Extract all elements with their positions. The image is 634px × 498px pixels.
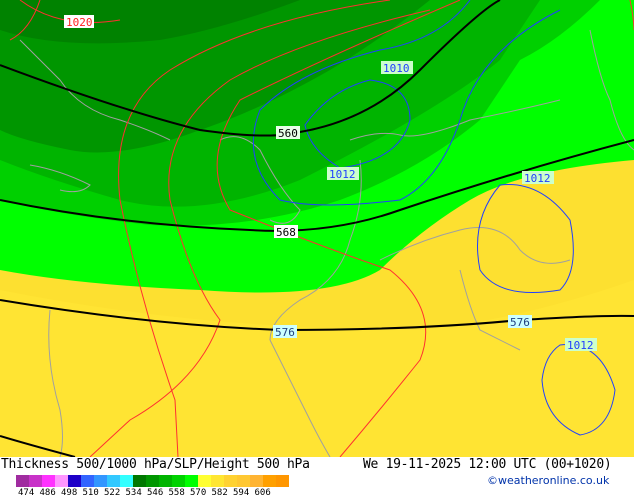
legend-swatch <box>276 475 289 487</box>
svg-text:568: 568 <box>276 226 296 239</box>
svg-text:576: 576 <box>275 326 295 339</box>
legend-swatch <box>198 475 211 487</box>
legend-swatch <box>185 475 198 487</box>
legend-swatch <box>172 475 185 487</box>
legend-swatch <box>159 475 172 487</box>
svg-text:1012: 1012 <box>567 339 594 352</box>
svg-text:1012: 1012 <box>524 172 551 185</box>
svg-text:1010: 1010 <box>383 62 410 75</box>
legend-swatch <box>263 475 276 487</box>
legend-swatch <box>107 475 120 487</box>
legend-swatch <box>250 475 263 487</box>
svg-text:1012: 1012 <box>329 168 356 181</box>
thickness-label-576: 576 <box>273 325 297 339</box>
legend-swatch <box>29 475 42 487</box>
isobar-label-1012: 1012 <box>522 171 554 185</box>
isobar-label-1020: 1020 <box>64 15 94 29</box>
legend-swatch <box>42 475 55 487</box>
legend-swatch <box>94 475 107 487</box>
weather-map: 1020 1010 1012 1012 1012 560 568 576 576 <box>0 0 634 457</box>
legend-swatch <box>146 475 159 487</box>
legend-swatch <box>211 475 224 487</box>
thickness-label-560: 560 <box>276 126 300 140</box>
svg-text:560: 560 <box>278 127 298 140</box>
map-title: Thickness 500/1000 hPa/SLP/Height 500 hP… <box>1 457 310 472</box>
legend-swatch <box>120 475 133 487</box>
color-legend <box>16 475 289 487</box>
legend-swatch <box>237 475 250 487</box>
map-footer: Thickness 500/1000 hPa/SLP/Height 500 hP… <box>0 457 634 498</box>
isobar-label-1012: 1012 <box>565 338 597 352</box>
legend-swatch <box>81 475 94 487</box>
credit-link[interactable]: ©weatheronline.co.uk <box>487 474 609 487</box>
isobar-label-1012: 1012 <box>327 167 359 181</box>
legend-swatch <box>224 475 237 487</box>
legend-swatch <box>16 475 29 487</box>
legend-swatch <box>133 475 146 487</box>
isobar-label-1010: 1010 <box>381 61 413 75</box>
legend-swatch <box>55 475 68 487</box>
thickness-label-568: 568 <box>274 225 298 239</box>
forecast-datetime: We 19-11-2025 12:00 UTC (00+1020) <box>363 457 612 472</box>
svg-text:1020: 1020 <box>66 16 93 29</box>
legend-swatch <box>68 475 81 487</box>
svg-text:576: 576 <box>510 316 530 329</box>
thickness-label-576: 576 <box>508 315 532 329</box>
